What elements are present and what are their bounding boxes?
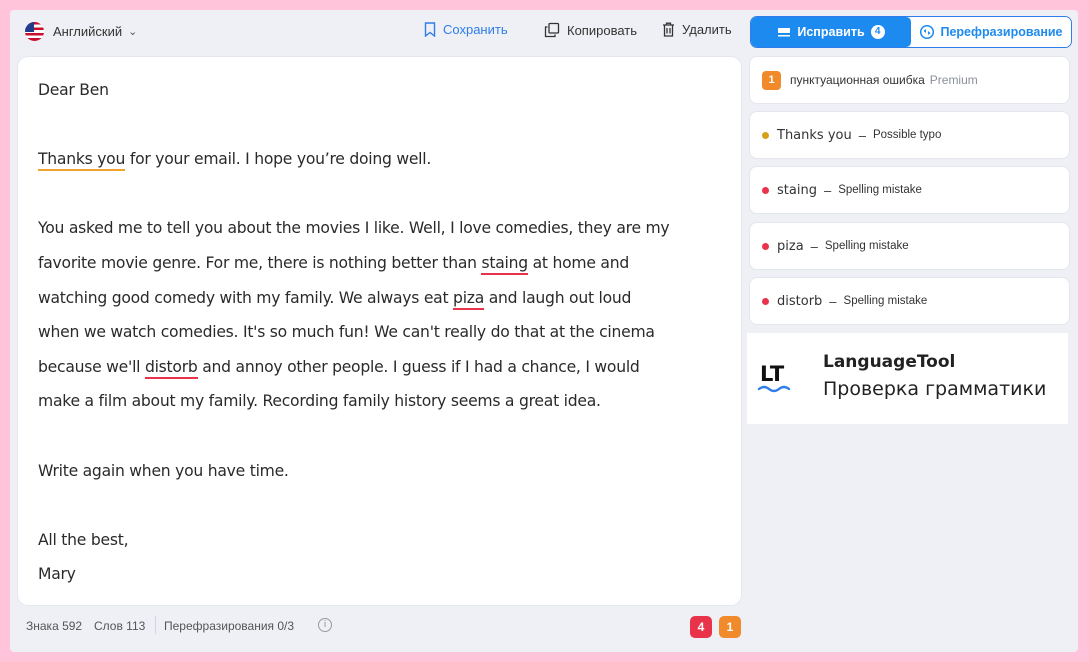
mode-tabs: Исправить 4 Перефразирование: [750, 16, 1072, 48]
app-window: Английский ⌄ Сохранить Копировать Удалит…: [10, 10, 1078, 652]
spelling-count-badge[interactable]: 4: [690, 616, 712, 638]
issue-description: Spelling mistake: [843, 295, 928, 307]
issue-word: distorb: [777, 293, 823, 309]
paragraph-2-line-6: make a film about my family. Recording f…: [38, 392, 601, 411]
trash-icon: [663, 22, 674, 37]
chevron-down-icon: ⌄: [128, 26, 138, 38]
paragraph-2-line-1: You asked me to tell you about the movie…: [38, 219, 670, 238]
info-icon[interactable]: i: [318, 618, 332, 632]
punctuation-count-badge[interactable]: 1: [719, 616, 741, 638]
char-count: Знака 592: [26, 619, 83, 633]
language-selector[interactable]: Английский ⌄: [25, 22, 137, 41]
paragraph-3: Write again when you have time.: [38, 461, 289, 480]
us-flag-icon: [25, 22, 44, 41]
tab-fix-count: 4: [870, 25, 885, 39]
delete-label: Удалить: [682, 22, 732, 37]
tab-fix-label: Исправить: [797, 25, 865, 39]
paragraph-2-line-4: when we watch comedies. It's so much fun…: [38, 323, 655, 342]
languagetool-promo[interactable]: LT LanguageTool Проверка грамматики: [747, 333, 1068, 424]
editor-text[interactable]: Dear Ben Thanks you for your email. I ho…: [38, 73, 728, 592]
language-label: Английский: [53, 24, 123, 39]
typo-dot-icon: [762, 131, 769, 139]
paraphrase-count: Перефразирования 0/3: [164, 619, 295, 633]
copy-label: Копировать: [567, 22, 637, 38]
save-label: Сохранить: [443, 22, 508, 37]
spelling-highlight[interactable]: staing: [481, 253, 528, 275]
tab-paraphrase-label: Перефразирование: [940, 25, 1063, 39]
tab-paraphrase[interactable]: Перефразирование: [911, 17, 1071, 47]
closing-line: All the best,: [38, 530, 129, 549]
issue-description: Spelling mistake: [824, 240, 909, 252]
paragraph-2-line-5: because we'll distorb and annoy other pe…: [38, 350, 728, 385]
issue-card[interactable]: piza – Spelling mistake: [750, 223, 1069, 269]
premium-issue-count: 1: [762, 70, 781, 90]
promo-title: LanguageTool: [823, 352, 956, 372]
spelling-highlight[interactable]: piza: [453, 288, 484, 310]
issue-card[interactable]: staing – Spelling mistake: [750, 167, 1069, 213]
paragraph-2-line-3: watching good comedy with my family. We …: [38, 281, 728, 316]
issue-card[interactable]: Thanks you – Possible typo: [750, 112, 1069, 158]
bookmark-icon: [424, 22, 436, 37]
promo-subtitle: Проверка грамматики: [823, 378, 1047, 400]
tab-fix[interactable]: Исправить 4: [751, 17, 911, 47]
languagetool-logo-icon: LT: [757, 362, 791, 393]
issue-description: Spelling mistake: [838, 184, 922, 196]
copy-icon: [544, 22, 560, 38]
word-count: Слов 113: [94, 619, 146, 633]
typo-highlight[interactable]: Thanks you: [38, 150, 125, 172]
issue-word: staing: [777, 182, 817, 198]
error-dot-icon: [762, 242, 769, 250]
greeting-line: Dear Ben: [38, 81, 109, 99]
copy-button[interactable]: Копировать: [544, 22, 637, 38]
issue-description: Possible typo: [872, 129, 942, 141]
text-editor[interactable]: Dear Ben Thanks you for your email. I ho…: [18, 57, 741, 605]
underline-bar-icon: [778, 28, 791, 37]
logo-lettering: LT: [760, 362, 785, 386]
error-dot-icon: [762, 297, 769, 305]
premium-issue-title: пунктуационная ошибка: [790, 73, 925, 87]
refresh-icon: [920, 24, 935, 40]
issue-card[interactable]: distorb – Spelling mistake: [750, 278, 1069, 324]
save-button[interactable]: Сохранить: [424, 22, 508, 37]
delete-button[interactable]: Удалить: [662, 22, 732, 37]
error-dot-icon: [762, 186, 769, 194]
issue-word: piza: [777, 238, 804, 254]
issue-word: Thanks you: [777, 127, 852, 143]
status-bar: Знака 592 Слов 113 Перефразирования 0/3 …: [10, 610, 750, 642]
premium-issue-card[interactable]: 1 пунктуационная ошибка Premium: [750, 57, 1069, 103]
spelling-highlight[interactable]: distorb: [144, 357, 198, 379]
signature-line: Mary: [38, 565, 76, 584]
paragraph-2-line-2: favorite movie genre. For me, there is n…: [38, 246, 728, 281]
premium-tag: Premium: [929, 73, 978, 87]
paragraph-1: Thanks you for your email. I hope you’re…: [38, 142, 728, 177]
